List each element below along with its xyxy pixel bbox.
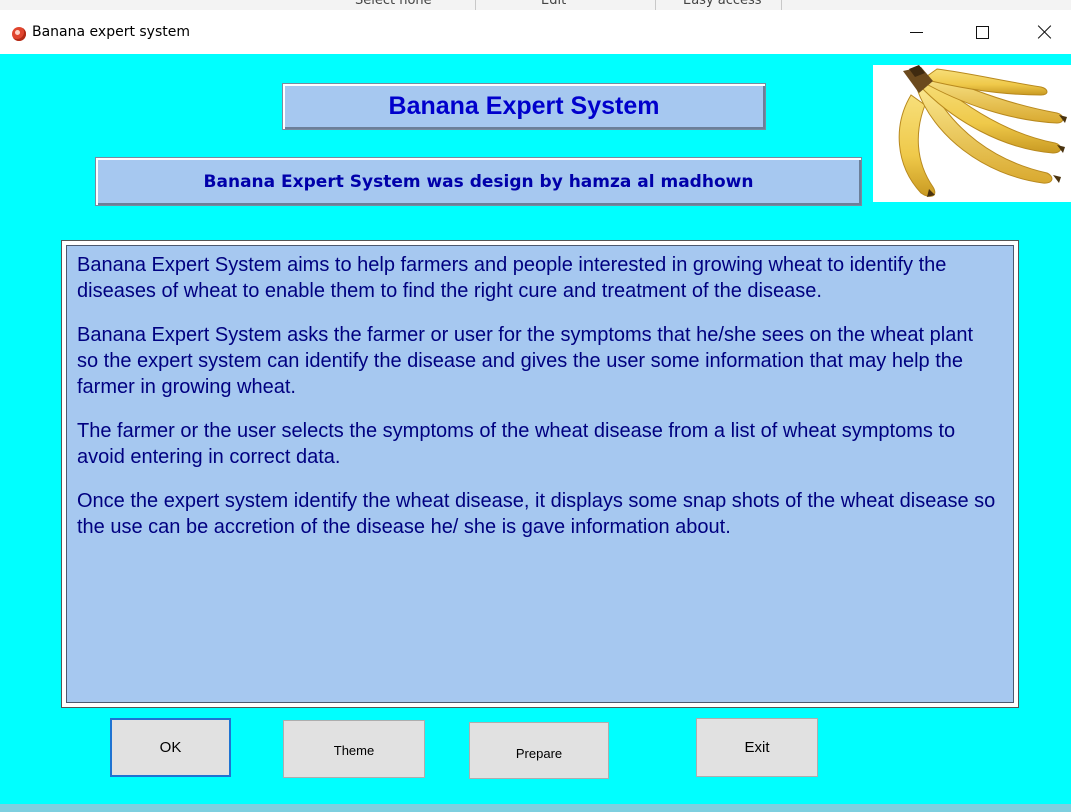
- description-paragraph: Banana Expert System asks the farmer or …: [77, 324, 974, 398]
- exit-button[interactable]: Exit: [696, 718, 818, 777]
- description-paragraph: The farmer or the user selects the sympt…: [77, 420, 956, 468]
- window-bottom-border: [0, 804, 1071, 812]
- window-titlebar[interactable]: Banana expert system: [0, 10, 1071, 54]
- description-paragraph: Once the expert system identify the whea…: [77, 490, 996, 538]
- background-toolbar-item: Select none: [355, 0, 432, 8]
- maximize-button[interactable]: [959, 20, 1005, 44]
- main-form: Banana Expert System Banana Expert Syste…: [0, 54, 1071, 806]
- background-toolbar-item: Edit: [541, 0, 567, 8]
- close-button[interactable]: [1022, 20, 1068, 44]
- prepare-button-label: Prepare: [515, 746, 563, 761]
- description-panel: Banana Expert System aims to help farmer…: [66, 245, 1014, 703]
- banana-illustration: [898, 65, 1067, 197]
- page-subtitle: Banana Expert System was design by hamza…: [95, 157, 862, 206]
- maximize-icon: [975, 25, 989, 39]
- prepare-button[interactable]: Prepare: [469, 722, 609, 779]
- app-icon: [12, 27, 26, 41]
- page-title: Banana Expert System: [282, 83, 766, 130]
- minimize-button[interactable]: [893, 20, 939, 44]
- description-frame: Banana Expert System aims to help farmer…: [61, 240, 1019, 708]
- close-icon: [1038, 25, 1052, 39]
- exit-button-label: Exit: [744, 739, 770, 756]
- background-toolbar-item: Easy access: [683, 0, 762, 8]
- window-title: Banana expert system: [32, 24, 190, 40]
- banana-bunch-image: [873, 65, 1071, 202]
- ok-button[interactable]: OK: [110, 718, 231, 777]
- description-paragraph: Banana Expert System aims to help farmer…: [77, 254, 947, 302]
- theme-button-label: Theme: [333, 742, 375, 758]
- minimize-icon: [909, 31, 923, 33]
- theme-button[interactable]: Theme: [283, 720, 425, 778]
- ok-button-label: OK: [159, 739, 182, 756]
